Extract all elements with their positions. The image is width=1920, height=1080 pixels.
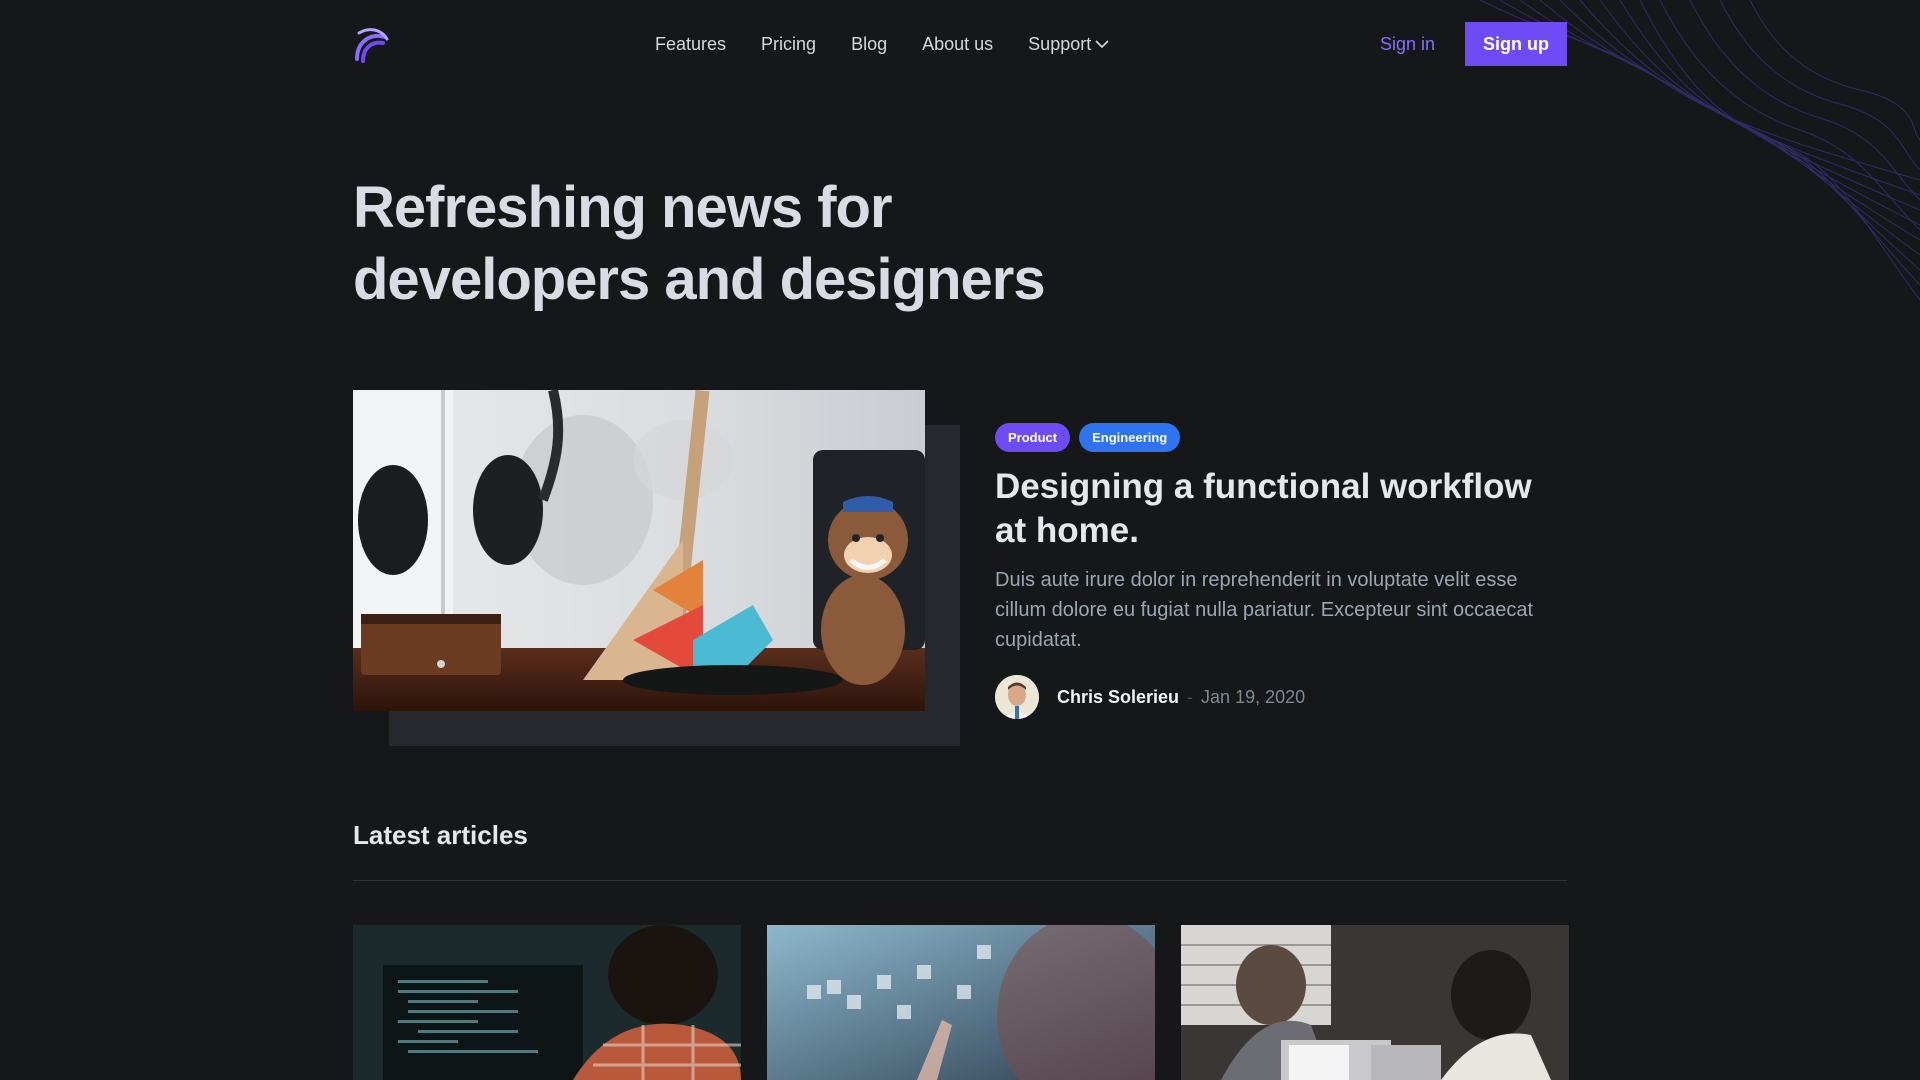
nav-label: About us: [922, 33, 994, 54]
featured-article: Product Engineering Designing a function…: [995, 423, 1567, 719]
author-meta: Chris Solerieu - Jan 19, 2020: [995, 675, 1567, 719]
main-nav: Features Pricing Blog About us Support: [655, 21, 1109, 67]
page-title: Refreshing news for developers and desig…: [353, 172, 1113, 316]
publish-date: Jan 19, 2020: [1201, 686, 1306, 707]
article-card-image[interactable]: [1181, 925, 1569, 1080]
tag-engineering[interactable]: Engineering: [1079, 423, 1181, 452]
featured-article-excerpt: Duis aute irure dolor in reprehenderit i…: [995, 569, 1534, 651]
meta-separator: -: [1187, 686, 1194, 707]
featured-article-image[interactable]: [353, 390, 925, 711]
nav-blog[interactable]: Blog: [851, 34, 887, 55]
site-header: Features Pricing Blog About us Support S…: [353, 21, 1567, 67]
auth-actions: Sign in Sign up: [1380, 21, 1567, 67]
nav-features[interactable]: Features: [655, 34, 726, 55]
page-title-line-1: Refreshing news for: [353, 175, 893, 240]
chevron-down-icon: [1095, 40, 1109, 49]
nav-pricing[interactable]: Pricing: [761, 34, 816, 55]
nav-label: Support: [1028, 33, 1092, 54]
article-card-image[interactable]: [767, 925, 1155, 1080]
avatar[interactable]: [995, 675, 1039, 719]
nav-support-dropdown[interactable]: Support: [1028, 34, 1109, 55]
page-title-line-2: developers and designers: [353, 247, 1046, 312]
tag-list: Product Engineering: [995, 423, 1567, 452]
logo-icon[interactable]: [353, 25, 389, 63]
sign-up-button[interactable]: Sign up: [1465, 22, 1567, 66]
nav-label: Pricing: [761, 33, 817, 54]
sign-in-link[interactable]: Sign in: [1380, 34, 1435, 55]
section-divider: [353, 880, 1567, 881]
tag-product[interactable]: Product: [995, 423, 1071, 452]
featured-article-title[interactable]: Designing a functional workflow at home.: [995, 465, 1567, 553]
nav-about-us[interactable]: About us: [922, 34, 993, 55]
article-card-list: [353, 925, 1569, 1080]
blog-page: Features Pricing Blog About us Support S…: [0, 0, 1920, 1080]
author-name[interactable]: Chris Solerieu: [1057, 687, 1179, 708]
nav-label: Features: [655, 33, 727, 54]
article-card-image[interactable]: [353, 925, 741, 1080]
nav-label: Blog: [851, 33, 888, 54]
latest-articles-heading: Latest articles: [353, 820, 528, 850]
